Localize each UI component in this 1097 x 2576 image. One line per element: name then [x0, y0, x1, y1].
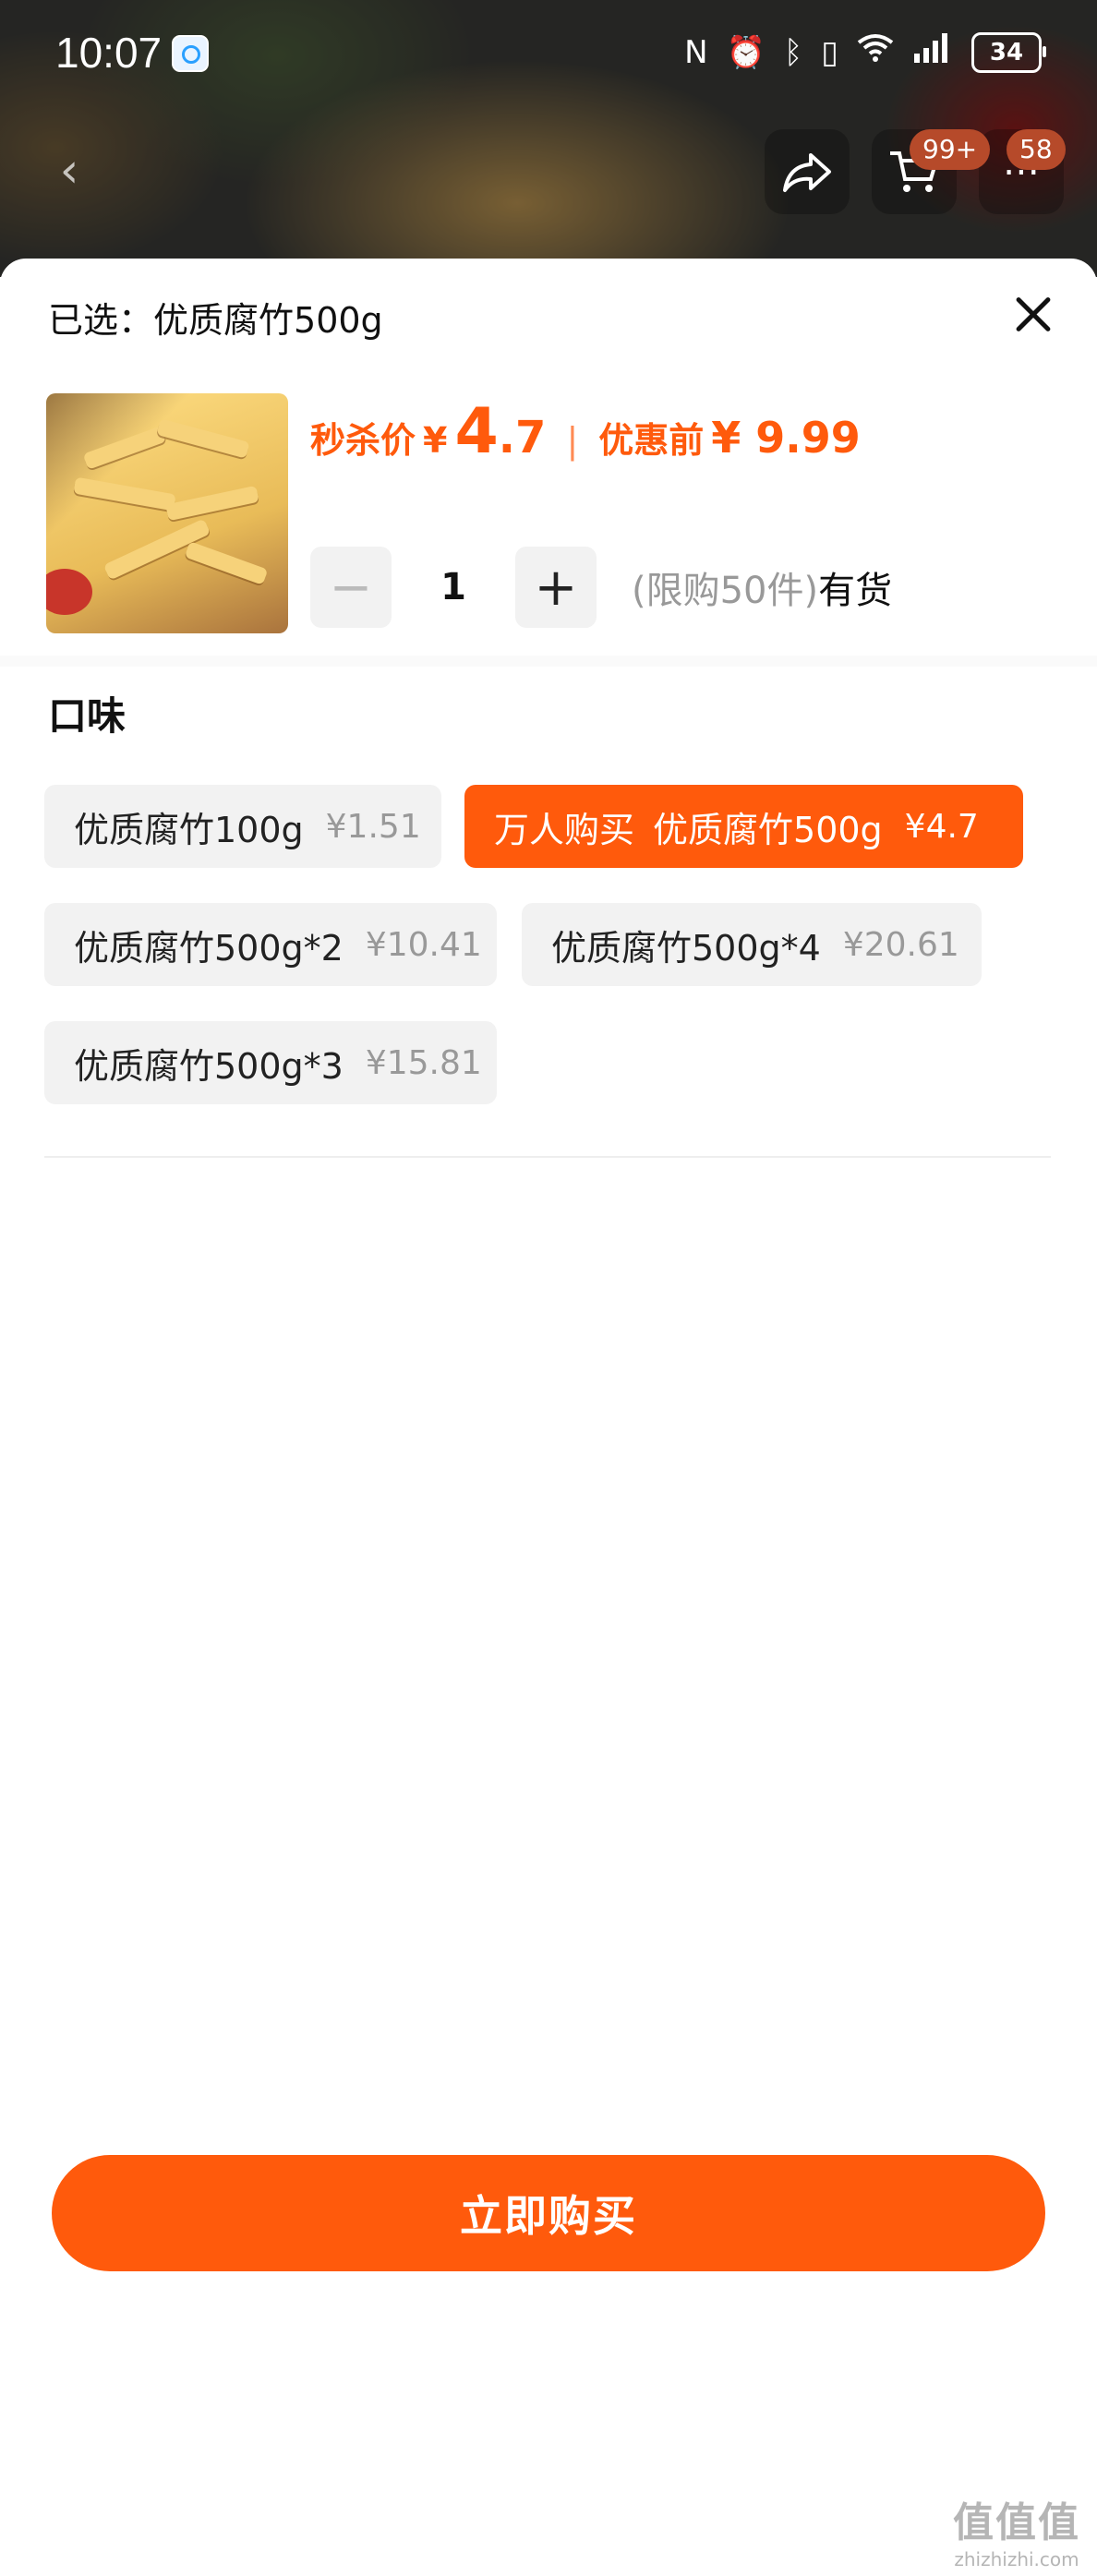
price-line: 秒杀价 ¥ 4.7 | 优惠前 ¥ 9.99	[310, 395, 861, 468]
purchase-limit: (限购50件)	[632, 570, 819, 612]
original-price: ¥ 9.99	[711, 413, 861, 463]
buy-now-button[interactable]: 立即购买	[52, 2155, 1045, 2271]
flash-price-label: 秒杀价	[310, 420, 416, 461]
option-price: ¥20.61	[842, 925, 959, 964]
quantity-value[interactable]: 1	[392, 566, 515, 608]
vibrate-icon: ▯	[821, 33, 838, 71]
decrease-button[interactable]: −	[310, 547, 392, 628]
currency-symbol: ¥	[423, 420, 448, 461]
share-icon	[783, 153, 831, 192]
selected-summary: 已选：优质腐竹500g	[48, 292, 383, 343]
watermark-logo: 值值值	[953, 2499, 1080, 2546]
option-label: 优质腐竹500g*3	[74, 1045, 344, 1087]
stock-status: 有货	[818, 570, 893, 612]
option-chip[interactable]: 优质腐竹500g*4 ¥20.61	[522, 903, 982, 986]
option-chip[interactable]: 优质腐竹100g ¥1.51	[44, 785, 441, 868]
price-separator: |	[566, 420, 579, 461]
option-chip-selected[interactable]: 万人购买 优质腐竹500g ¥4.7	[464, 785, 1023, 868]
alarm-icon: ⏰	[726, 33, 765, 71]
increase-button[interactable]: +	[515, 547, 597, 628]
flavor-group-title: 口味	[48, 693, 127, 739]
option-tag: 万人购买	[494, 809, 635, 850]
close-icon[interactable]	[1005, 286, 1060, 342]
watermark-url: zhizhizhi.com	[954, 2548, 1079, 2570]
section-divider	[0, 656, 1097, 667]
wifi-icon	[857, 33, 894, 71]
options-divider	[44, 1156, 1051, 1158]
original-price-label: 优惠前	[598, 420, 705, 461]
selected-value: 优质腐竹500g	[153, 300, 383, 341]
option-label: 优质腐竹500g	[653, 809, 883, 850]
price-integer: 4	[454, 395, 499, 468]
price-decimal: .7	[498, 412, 547, 463]
back-icon[interactable]: ‹	[37, 138, 102, 203]
signal-4g-icon	[912, 31, 953, 73]
option-price: ¥15.81	[365, 1043, 482, 1082]
bluetooth-icon: ᛒ	[783, 33, 803, 71]
status-icons: N ⏰ ᛒ ▯ 34	[684, 31, 1046, 73]
option-chip[interactable]: 优质腐竹500g*3 ¥15.81	[44, 1021, 497, 1104]
quantity-stepper: − 1 + (限购50件) 有货	[310, 547, 892, 628]
selected-prefix: 已选：	[48, 300, 154, 341]
nfc-icon: N	[684, 33, 708, 71]
option-label: 优质腐竹100g	[74, 809, 304, 850]
option-price: ¥4.7	[904, 807, 979, 846]
battery-indicator: 34	[971, 31, 1046, 73]
option-chip[interactable]: 优质腐竹500g*2 ¥10.41	[44, 903, 497, 986]
app-notification-icon	[172, 35, 209, 72]
status-bar: 10:07 N ⏰ ᛒ ▯ 34	[0, 0, 1097, 102]
option-price: ¥10.41	[365, 925, 482, 964]
option-label: 优质腐竹500g*4	[551, 927, 821, 969]
option-label: 优质腐竹500g*2	[74, 927, 344, 969]
status-time: 10:07	[55, 29, 163, 77]
cart-count-badge: 99+	[910, 129, 991, 170]
message-count-badge: 58	[1007, 129, 1066, 170]
option-price: ¥1.51	[325, 807, 421, 846]
share-button[interactable]	[765, 129, 850, 214]
product-thumbnail[interactable]	[46, 393, 288, 633]
site-watermark: 值值值 zhizhizhi.com	[953, 2489, 1080, 2570]
